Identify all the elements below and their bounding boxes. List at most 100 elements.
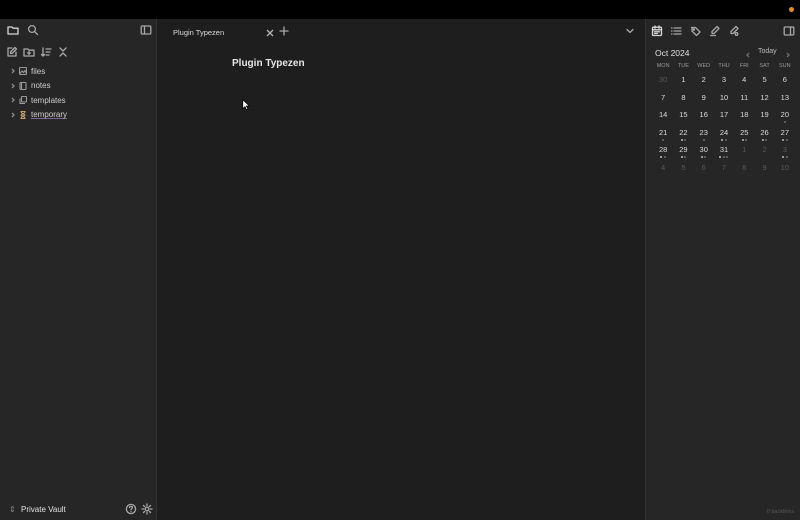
today-button[interactable]: Today	[758, 48, 777, 55]
calendar-day[interactable]: 2	[754, 145, 774, 163]
sidebar-toggle-right-icon[interactable]	[782, 24, 796, 38]
note-title[interactable]: Plugin Typezen	[232, 58, 305, 69]
calendar-icon[interactable]	[650, 24, 664, 38]
calendar-day-number: 5	[681, 162, 686, 172]
close-icon[interactable]	[264, 27, 275, 38]
calendar-day[interactable]: 15	[673, 110, 693, 128]
calendar-day[interactable]: 18	[734, 110, 754, 128]
calendar-day[interactable]: 21	[653, 128, 673, 146]
calendar-day-number: 30	[658, 75, 668, 84]
calendar-day[interactable]: 4	[653, 163, 673, 181]
calendar-day[interactable]: 10	[714, 93, 734, 111]
help-icon[interactable]	[124, 502, 138, 516]
calendar-day[interactable]: 1	[673, 75, 693, 93]
calendar-day-number: 11	[740, 92, 749, 102]
tree-folder-files[interactable]: files	[0, 64, 157, 79]
note-dot	[684, 138, 687, 141]
calendar-day[interactable]: 12	[754, 93, 774, 111]
mouse-cursor-icon	[242, 99, 250, 111]
calendar-day[interactable]: 9	[694, 93, 714, 111]
new-folder-icon[interactable]	[22, 45, 36, 59]
calendar-day-number: 19	[760, 110, 769, 119]
calendar-day[interactable]: 29	[673, 145, 693, 163]
vault-name: Private Vault	[21, 504, 66, 514]
calendar-day[interactable]: 4	[734, 75, 754, 93]
calendar-day[interactable]: 27	[775, 128, 795, 146]
vault-switcher[interactable]: ⇕ Private Vault	[0, 498, 157, 520]
collapse-all-icon[interactable]	[56, 45, 70, 59]
hourglass-icon	[19, 110, 28, 119]
calendar-day[interactable]: 8	[734, 163, 754, 181]
calendar-day[interactable]: 24	[714, 128, 734, 146]
calendar-day-dots	[694, 138, 714, 142]
calendar-day[interactable]: 22	[673, 128, 693, 146]
calendar-day[interactable]: 6	[775, 75, 795, 93]
calendar-day[interactable]: 25	[734, 128, 754, 146]
edit-link-icon[interactable]	[708, 24, 722, 38]
calendar-day[interactable]: 14	[653, 110, 673, 128]
search-icon[interactable]	[26, 23, 40, 37]
calendar-day-number: 28	[658, 145, 668, 154]
calendar-day[interactable]: 7	[653, 93, 673, 111]
chevron-down-icon[interactable]	[623, 24, 637, 38]
new-note-icon[interactable]	[5, 45, 19, 59]
chevron-left-icon[interactable]	[745, 49, 753, 58]
calendar-day[interactable]: 3	[775, 145, 795, 163]
calendar-day[interactable]: 31	[714, 145, 734, 163]
note-dot	[726, 156, 729, 158]
calendar-day[interactable]: 5	[754, 75, 774, 93]
calendar-day-number: 20	[780, 110, 789, 119]
note-dot	[721, 138, 724, 141]
calendar-day[interactable]: 19	[754, 110, 774, 128]
calendar-day[interactable]: 17	[714, 110, 734, 128]
calendar-day[interactable]: 1	[734, 145, 754, 163]
calendar-day[interactable]: 6	[694, 163, 714, 181]
calendar-day[interactable]: 7	[714, 163, 734, 181]
calendar-day[interactable]: 13	[775, 93, 795, 111]
note-dot	[782, 138, 785, 141]
calendar-day[interactable]: 16	[694, 110, 714, 128]
tree-folder-temporary[interactable]: temporary	[0, 108, 157, 123]
note-dot	[719, 156, 722, 158]
chevron-right-icon[interactable]	[9, 97, 16, 104]
calendar-day-number: 14	[658, 110, 668, 119]
folder-icon[interactable]	[6, 23, 20, 37]
image-icon	[19, 67, 28, 76]
tab-plugin-typezen[interactable]: Plugin Typezen	[166, 22, 278, 43]
right-pane-header	[646, 19, 800, 43]
calendar-day[interactable]: 23	[694, 128, 714, 146]
editor-pane[interactable]: Plugin Typezen	[158, 43, 644, 520]
sidebar-toggle-icon[interactable]	[139, 23, 153, 37]
calendar-day[interactable]: 2	[694, 75, 714, 93]
copy-icon	[19, 96, 28, 105]
note-dot	[745, 138, 748, 141]
calendar-day[interactable]: 10	[775, 163, 795, 181]
calendar-day-number: 9	[762, 162, 767, 172]
chevron-right-icon[interactable]	[9, 111, 16, 118]
calendar-day[interactable]: 8	[673, 93, 693, 111]
calendar-day-number: 8	[742, 162, 747, 172]
list-icon[interactable]	[669, 24, 683, 38]
chevron-right-icon[interactable]	[9, 68, 16, 75]
calendar-day[interactable]: 26	[754, 128, 774, 146]
new-tab-icon[interactable]	[277, 24, 291, 38]
gear-icon[interactable]	[140, 502, 154, 516]
chevron-right-icon[interactable]	[9, 82, 16, 89]
tree-folder-templates[interactable]: templates	[0, 93, 157, 108]
calendar-day[interactable]: 28	[653, 145, 673, 163]
calendar-day[interactable]: 20	[775, 110, 795, 128]
calendar-day[interactable]: 30	[694, 145, 714, 163]
tags-icon[interactable]	[689, 24, 703, 38]
calendar-day-number: 12	[760, 92, 769, 102]
sort-icon[interactable]	[39, 45, 53, 59]
calendar-day[interactable]: 11	[734, 93, 754, 111]
tree-folder-notes[interactable]: notes	[0, 79, 157, 94]
calendar-day-dots	[775, 156, 795, 159]
calendar-day[interactable]: 5	[673, 163, 693, 181]
chevron-right-icon[interactable]	[785, 49, 793, 58]
note-dot	[704, 156, 707, 158]
calendar-day[interactable]: 30	[653, 75, 673, 93]
calendar-day[interactable]: 3	[714, 75, 734, 93]
edit-search-icon[interactable]	[727, 24, 741, 38]
calendar-day[interactable]: 9	[754, 163, 774, 181]
